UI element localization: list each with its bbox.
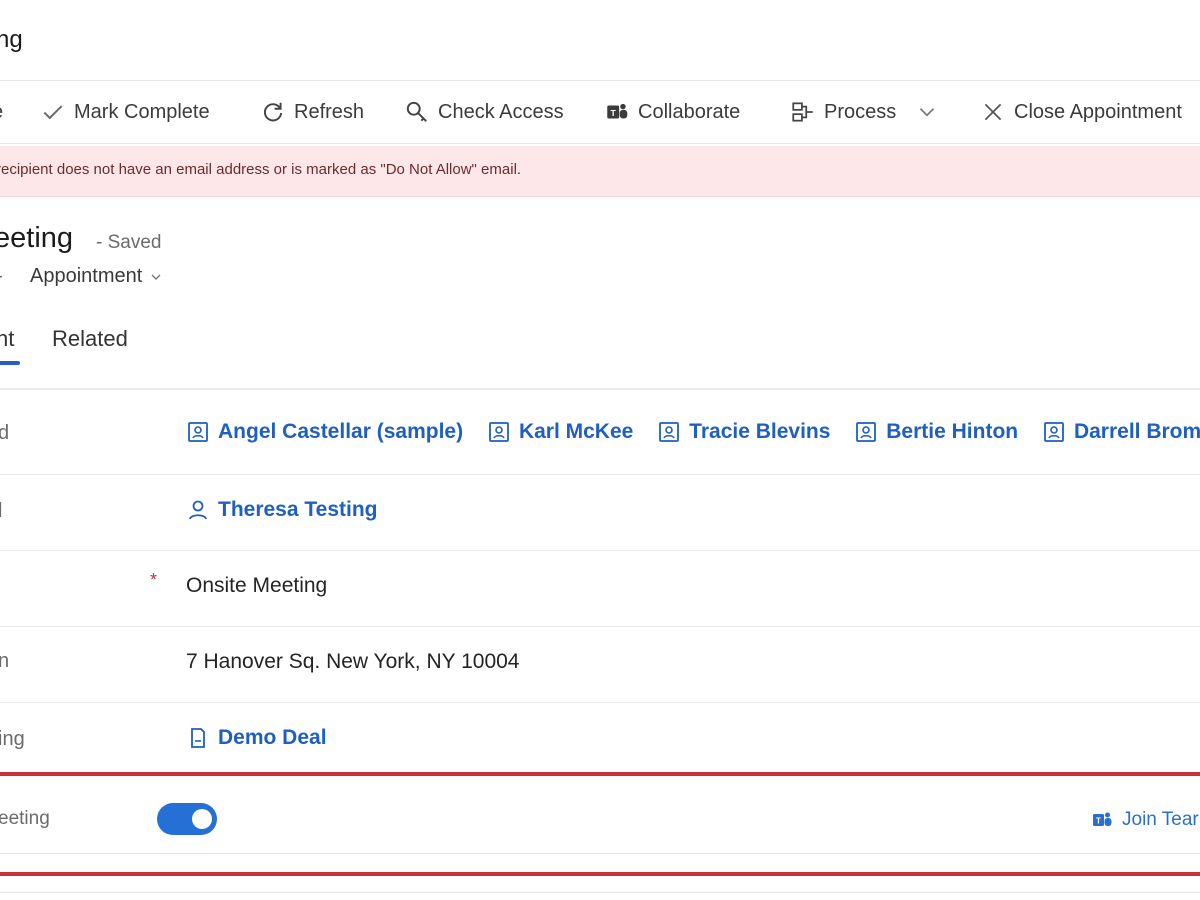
form-row-required-attendees: d Angel Castellar (sample) Karl McKee Tr… xyxy=(0,396,1200,475)
app-title: ng xyxy=(0,26,23,53)
close-icon xyxy=(984,103,1002,121)
attendee-lookups: Angel Castellar (sample) Karl McKee Trac… xyxy=(186,420,1200,450)
collaborate-button[interactable]: T Collaborate xyxy=(604,81,740,143)
row-label: d xyxy=(0,422,10,444)
teams-icon: T xyxy=(607,103,628,119)
subject-value[interactable]: Onsite Meeting xyxy=(186,574,327,598)
required-indicator: * xyxy=(150,570,158,590)
record-save-status: - Saved xyxy=(96,232,162,253)
lookup-text: Karl McKee xyxy=(518,420,634,443)
teams-icon: T xyxy=(1093,812,1112,826)
checkmark-icon xyxy=(43,105,63,120)
check-access-icon xyxy=(406,101,427,122)
record-title: eeting xyxy=(0,222,74,254)
lookup-karl-mckee[interactable]: Karl McKee xyxy=(487,420,633,444)
row-label: ing xyxy=(0,728,25,750)
chevron-down-icon xyxy=(920,108,935,117)
tabs-divider xyxy=(0,388,1200,390)
join-teams-meeting-link[interactable]: T Join Tear xyxy=(1090,808,1199,832)
lookup-text: Demo Deal xyxy=(218,726,327,749)
tab-related[interactable]: Related xyxy=(52,326,128,352)
svg-text:T: T xyxy=(1096,817,1101,826)
lookup-tracie-blevins[interactable]: Tracie Blevins xyxy=(657,420,830,444)
record-type-prefix: - xyxy=(0,265,3,288)
lookup-darrell-bromley[interactable]: Darrell Bromley xyxy=(1042,420,1200,444)
toggle-knob xyxy=(192,809,212,829)
refresh-button[interactable]: Refresh xyxy=(260,81,364,143)
svg-text:T: T xyxy=(611,108,617,118)
lookup-text: Angel Castellar (sample) xyxy=(218,420,464,443)
contact-card-icon xyxy=(856,422,877,442)
regarding-lookups: Demo Deal xyxy=(186,726,345,756)
contact-card-icon xyxy=(188,422,208,442)
location-value[interactable]: 7 Hanover Sq. New York, NY 10004 xyxy=(186,650,520,674)
check-access-button[interactable]: Check Access xyxy=(404,81,564,143)
optional-lookups: Theresa Testing xyxy=(186,498,396,528)
mark-complete-button[interactable]: Mark Complete xyxy=(40,81,210,143)
contact-card-icon xyxy=(659,422,680,442)
lookup-angel-castellar[interactable]: Angel Castellar (sample) xyxy=(186,420,463,444)
join-teams-label: Join Tear xyxy=(1122,809,1199,830)
highlight-border-top xyxy=(0,772,1200,776)
tab-active-indicator xyxy=(0,361,20,365)
teams-meeting-toggle[interactable] xyxy=(157,803,217,835)
process-button[interactable]: Process xyxy=(790,81,940,143)
mark-complete-label: Mark Complete xyxy=(74,100,210,123)
process-icon xyxy=(792,102,813,122)
record-type-label: Appointment xyxy=(30,265,143,287)
contact-card-icon xyxy=(1044,422,1064,442)
close-appointment-button[interactable]: Close Appointment xyxy=(980,81,1182,143)
form-row-regarding: ing Demo Deal xyxy=(0,702,1200,773)
tab-appointment[interactable]: nt xyxy=(0,326,14,352)
lookup-text: Bertie Hinton xyxy=(886,420,1019,443)
chevron-down-icon xyxy=(151,274,161,280)
teams-meeting-label: eeting xyxy=(0,808,50,829)
notification-banner: recipient does not have an email address… xyxy=(0,146,1200,197)
collaborate-label: Collaborate xyxy=(638,100,741,123)
lookup-text: Darrell Bromley xyxy=(1073,420,1200,443)
close-appointment-label: Close Appointment xyxy=(1014,100,1182,123)
row-label: n xyxy=(0,650,10,672)
lookup-demo-deal[interactable]: Demo Deal xyxy=(186,726,327,750)
document-icon xyxy=(191,728,205,748)
row-label: l xyxy=(0,500,3,522)
record-type-selector[interactable]: Appointment xyxy=(30,265,164,288)
command-bar: e Mark Complete Refresh Check Access T C… xyxy=(0,80,1200,144)
refresh-label: Refresh xyxy=(294,100,365,123)
refresh-icon xyxy=(263,102,283,122)
lookup-text: Tracie Blevins xyxy=(689,420,831,443)
form-row-optional-attendees: l Theresa Testing xyxy=(0,474,1200,551)
form-row-location: n 7 Hanover Sq. New York, NY 10004 xyxy=(0,626,1200,703)
process-label: Process xyxy=(824,100,897,123)
banner-text: recipient does not have an email address… xyxy=(0,161,522,178)
row-divider xyxy=(0,853,1200,854)
lookup-theresa-testing[interactable]: Theresa Testing xyxy=(186,498,378,522)
contact-card-icon xyxy=(489,422,509,442)
lookup-text: Theresa Testing xyxy=(218,498,378,521)
check-access-label: Check Access xyxy=(438,100,564,123)
toolbar-overflow-edge: e xyxy=(0,81,3,143)
lookup-bertie-hinton[interactable]: Bertie Hinton xyxy=(854,420,1018,444)
person-icon xyxy=(189,500,207,520)
row-divider xyxy=(0,892,1200,893)
form-row-subject: * Onsite Meeting xyxy=(0,550,1200,627)
highlight-border-bottom xyxy=(0,872,1200,876)
